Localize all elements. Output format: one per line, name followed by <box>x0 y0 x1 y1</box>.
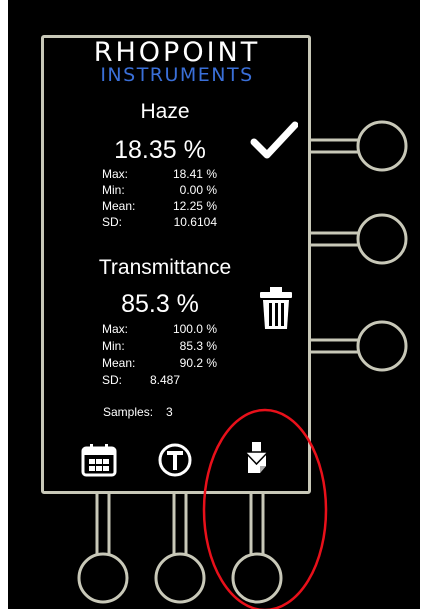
transmittance-value: 85.3 % <box>121 290 199 318</box>
brand-logo-bottom: INSTRUMENTS <box>100 64 254 86</box>
download-document-icon[interactable] <box>238 440 274 476</box>
haze-min-value: 0.00 % <box>179 183 217 197</box>
haze-title: Haze <box>140 100 190 123</box>
transmittance-max-value: 100.0 % <box>172 322 217 336</box>
transmittance-min-value: 85.3 % <box>179 339 217 353</box>
haze-sd-label: SD: <box>102 215 123 229</box>
transmittance-sd-label: SD: <box>102 373 123 387</box>
haze-value: 18.35 % <box>114 136 206 164</box>
haze-sd-value: 10.6104 <box>173 215 217 229</box>
transmittance-min-label: Min: <box>102 339 125 353</box>
haze-mean-value: 12.25 % <box>172 199 217 213</box>
samples-label: Samples: <box>103 405 154 419</box>
samples-count: 3 <box>166 405 173 419</box>
transmittance-max-label: Max: <box>102 322 129 336</box>
transmittance-mean-label: Mean: <box>102 356 136 370</box>
device-stage: RHOPOINT INSTRUMENTS Haze 18.35 % Max: 1… <box>0 0 423 609</box>
haze-min-label: Min: <box>102 183 125 197</box>
haze-max-value: 18.41 % <box>172 167 217 181</box>
transmittance-mean-value: 90.2 % <box>179 356 217 370</box>
haze-max-label: Max: <box>102 167 129 181</box>
trash-icon[interactable] <box>259 286 293 330</box>
transmittance-title: Transmittance <box>98 256 232 279</box>
transmittance-sd-value: 8.487 <box>150 373 181 387</box>
t-circle-icon[interactable] <box>157 442 193 478</box>
haze-mean-label: Mean: <box>102 199 136 213</box>
checkmark-icon[interactable] <box>250 120 298 160</box>
calendar-icon[interactable] <box>81 443 117 477</box>
